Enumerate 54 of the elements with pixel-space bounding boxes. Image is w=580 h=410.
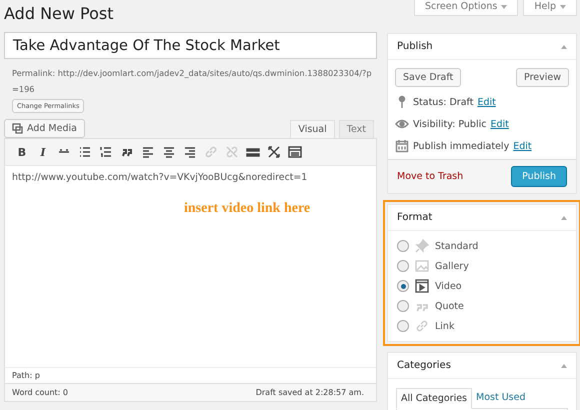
radio-button[interactable] [397, 320, 409, 332]
preview-button[interactable]: Preview [516, 68, 569, 87]
header-button[interactable]: Screen Options [414, 0, 518, 16]
numbers-icon[interactable] [99, 145, 113, 159]
media-icon [12, 123, 23, 134]
align-center-icon[interactable] [162, 145, 176, 159]
panel-title: Format [397, 212, 432, 223]
radio-button[interactable] [397, 240, 409, 252]
radio-button[interactable] [397, 260, 409, 272]
header-button[interactable]: Help [523, 0, 577, 16]
format-label: Gallery [435, 260, 469, 272]
bold-button[interactable]: B [15, 146, 29, 158]
bullets-icon[interactable] [78, 145, 92, 159]
format-label: Video [435, 280, 462, 292]
editor-tab[interactable]: Text [338, 120, 374, 138]
page-title: Add New Post [4, 4, 115, 23]
publish-info: Status: Draft [413, 96, 474, 108]
move-to-trash-link[interactable]: Move to Trash [397, 171, 464, 182]
publish-info: Publish immediately [413, 140, 510, 152]
word-count: Word count: 0 [12, 388, 68, 397]
radio-button[interactable] [397, 280, 409, 292]
calendar-icon [395, 139, 409, 153]
pin-icon [415, 239, 429, 253]
caret-icon [501, 4, 508, 8]
panel-title: Categories [397, 360, 451, 371]
edit-link[interactable]: Edit [490, 118, 509, 130]
kitchen-sink-icon[interactable] [288, 145, 302, 159]
link-icon [415, 319, 429, 333]
annotation-text: insert video link here [184, 201, 310, 217]
format-label: Standard [435, 240, 478, 252]
image-icon [415, 259, 429, 273]
category-tab[interactable]: All Categories [396, 388, 472, 409]
format-label: Link [435, 320, 454, 332]
video-icon [415, 279, 429, 293]
caret-icon [560, 4, 566, 8]
format-label: Quote [435, 300, 464, 312]
title-field[interactable]: Take Advantage Of The Stock Market [4, 32, 377, 59]
italic-button[interactable]: I [36, 146, 50, 158]
category-tab[interactable]: Most Used [472, 388, 530, 409]
align-right-icon[interactable] [183, 145, 197, 159]
editor-content: http://www.youtube.com/watch?v=VKvjYooBUcg&noredirect=1 [12, 172, 308, 183]
fullscreen-icon[interactable] [267, 145, 281, 159]
draft-saved-text: Draft saved at 2:28:57 am. [256, 388, 364, 397]
panel-title: Publish [397, 41, 433, 52]
eye-icon [395, 117, 409, 131]
publish-info: Visibility: Public [413, 118, 486, 130]
add-media-button[interactable]: Add Media [4, 119, 85, 138]
editor-tab[interactable]: Visual [290, 120, 335, 138]
edit-link[interactable]: Edit [477, 96, 496, 108]
permalink-text: Permalink: http://dev.joomlart.com/jadev2_data/sites/auto/qs.dwminion.1388023304/?p=196 [12, 67, 373, 96]
align-left-icon[interactable] [141, 145, 155, 159]
save-draft-button[interactable]: Save Draft [395, 68, 462, 87]
edit-link[interactable]: Edit [513, 140, 532, 152]
radio-button[interactable] [397, 300, 409, 312]
